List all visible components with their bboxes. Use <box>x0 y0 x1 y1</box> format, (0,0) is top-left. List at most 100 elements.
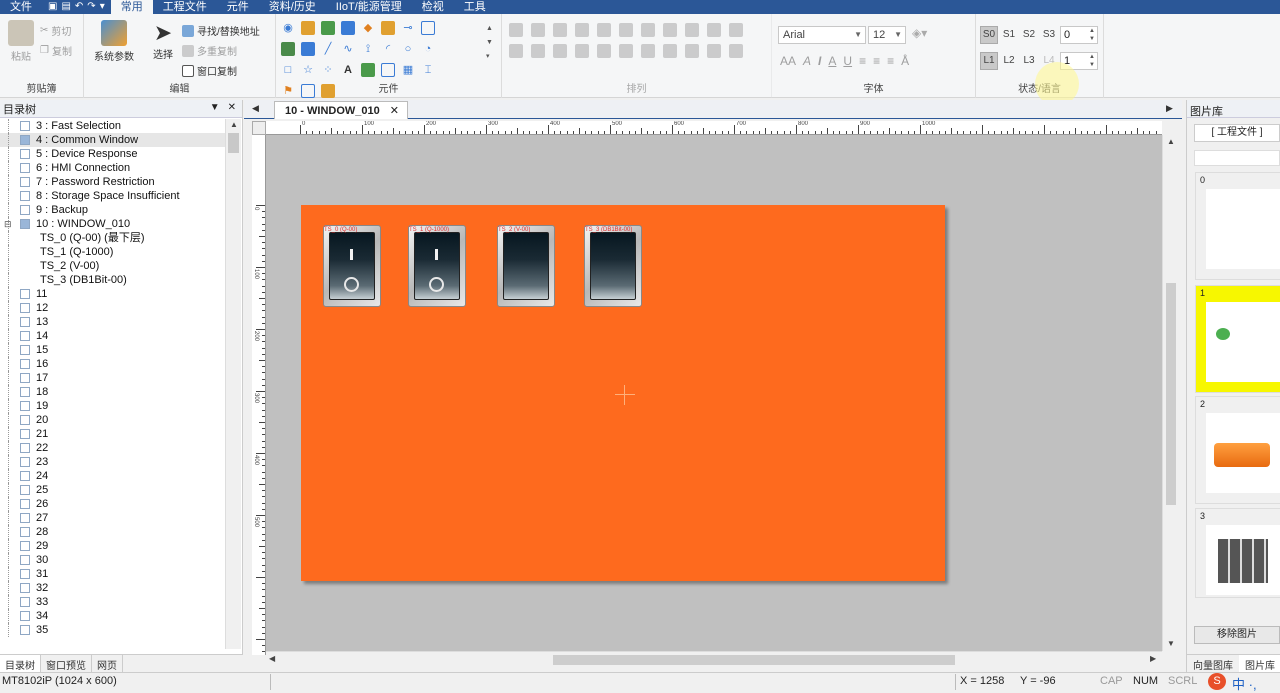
language-l1-button[interactable]: L1 <box>980 52 998 70</box>
input-method-icon[interactable]: S <box>1208 673 1226 690</box>
italic-icon[interactable]: A <box>803 54 811 68</box>
font-color-fill-icon[interactable]: ◈▾ <box>912 26 927 40</box>
rectangle-icon[interactable]: □ <box>281 63 295 77</box>
toggle-switch[interactable]: TS_2 (V-00) <box>497 225 555 307</box>
menu-view[interactable]: 检视 <box>412 0 454 14</box>
redo-icon[interactable]: ↷ <box>87 0 95 14</box>
star-icon[interactable]: ☆ <box>301 63 315 77</box>
tree-item[interactable]: 25 <box>0 483 225 497</box>
align-middle-icon[interactable] <box>597 23 611 37</box>
design-canvas[interactable]: TS_0 (Q-00) TS_1 (Q-1000) TS_2 (V-00) TS… <box>266 135 1162 651</box>
flip-v-icon[interactable] <box>641 44 655 58</box>
polyline-icon[interactable]: ∿ <box>341 42 355 56</box>
font-name-select[interactable]: Arial▼ <box>778 26 866 44</box>
copy-button[interactable]: ❐复制 <box>40 43 72 58</box>
close-tab-icon[interactable]: ✕ <box>390 105 399 117</box>
toggle-switch[interactable]: TS_3 (DB1Bit-00) <box>584 225 642 307</box>
tree-item[interactable]: 5 : Device Response <box>0 147 225 161</box>
multi-copy-button[interactable]: 多重复制 <box>182 43 237 58</box>
picture-thumb-0[interactable]: 0 <box>1195 172 1280 280</box>
slide-switch-icon[interactable]: ⊸ <box>401 21 415 35</box>
tree-item[interactable]: 17 <box>0 371 225 385</box>
arc-icon[interactable]: ◜ <box>381 42 395 56</box>
tree-item[interactable]: 23 <box>0 455 225 469</box>
italic-button-icon[interactable]: I <box>818 54 821 68</box>
align-right-icon[interactable] <box>553 23 567 37</box>
state-stepper[interactable]: 0▲▼ <box>1060 26 1098 44</box>
align-center-icon[interactable] <box>531 23 545 37</box>
tree-scroll-thumb[interactable] <box>228 133 239 153</box>
tree-item[interactable]: 13 <box>0 315 225 329</box>
menu-iiot[interactable]: IIoT/能源管理 <box>326 0 412 14</box>
library-filter[interactable] <box>1194 150 1280 166</box>
same-width-icon[interactable] <box>641 23 655 37</box>
pie-icon[interactable]: ◔ <box>421 42 435 56</box>
ime-language-icon[interactable]: 中 ·, <box>1232 674 1257 693</box>
tree-item[interactable]: 32 <box>0 581 225 595</box>
state-s3-button[interactable]: S3 <box>1040 26 1058 44</box>
align-top-icon[interactable] <box>575 23 589 37</box>
document-tab-window-010[interactable]: 10 - WINDOW_010✕ <box>274 101 408 119</box>
numeric-icon[interactable] <box>421 21 435 35</box>
table-icon[interactable]: ▦ <box>401 63 415 77</box>
align-bottom-icon[interactable] <box>619 23 633 37</box>
language-l3-button[interactable]: L3 <box>1020 52 1038 70</box>
tree-item[interactable]: 16 <box>0 357 225 371</box>
language-l2-button[interactable]: L2 <box>1000 52 1018 70</box>
word-lamp-icon[interactable] <box>321 21 335 35</box>
tree-item[interactable]: TS_0 (Q-00) (最下层) <box>0 231 225 245</box>
scatter-icon[interactable]: ⁘ <box>321 63 335 77</box>
abc-icon[interactable] <box>301 42 315 56</box>
tree-item[interactable]: 9 : Backup <box>0 203 225 217</box>
line-icon[interactable]: ╱ <box>321 42 335 56</box>
h-space-icon[interactable] <box>509 44 523 58</box>
set-word-icon[interactable] <box>341 21 355 35</box>
canvas-vscroll-thumb[interactable] <box>1166 283 1176 505</box>
bring-front-icon[interactable] <box>707 23 721 37</box>
tree-scrollbar[interactable]: ▲ <box>225 119 241 649</box>
tree-item[interactable]: 24 <box>0 469 225 483</box>
tree-item[interactable]: 7 : Password Restriction <box>0 175 225 189</box>
tree-item[interactable]: 6 : HMI Connection <box>0 161 225 175</box>
select-button[interactable]: ➤ 选择 <box>148 20 178 61</box>
tree-item[interactable]: 31 <box>0 567 225 581</box>
tree-item[interactable]: 8 : Storage Space Insufficient <box>0 189 225 203</box>
tree-item[interactable]: 18 <box>0 385 225 399</box>
tree-item[interactable]: 20 <box>0 413 225 427</box>
text-effect-icon[interactable]: Å <box>901 54 909 68</box>
underline-icon[interactable]: U <box>843 54 852 68</box>
tree-item[interactable]: 29 <box>0 539 225 553</box>
trend-icon[interactable]: ⟟ <box>361 42 375 56</box>
ascii-icon[interactable] <box>281 42 295 56</box>
tree-item[interactable]: 12 <box>0 301 225 315</box>
menu-tools[interactable]: 工具 <box>454 0 496 14</box>
tree-item[interactable]: 33 <box>0 595 225 609</box>
set-bit-icon[interactable] <box>301 21 315 35</box>
tree-item[interactable]: TS_3 (DB1Bit-00) <box>0 273 225 287</box>
scroll-left-icon[interactable]: ◀ <box>269 654 275 663</box>
menu-data-history[interactable]: 资料/历史 <box>259 0 326 14</box>
tab-scroll-right-icon[interactable]: ▶ <box>1166 103 1173 114</box>
picture-thumb-2[interactable]: 2 <box>1195 396 1280 504</box>
font-size-select[interactable]: 12▼ <box>868 26 906 44</box>
same-height-icon[interactable] <box>663 23 677 37</box>
tree-item[interactable]: 15 <box>0 343 225 357</box>
layer-icon[interactable] <box>685 44 699 58</box>
tree-item[interactable]: 30 <box>0 553 225 567</box>
menu-file[interactable]: 文件 <box>0 0 42 14</box>
tree-item[interactable]: 4 : Common Window <box>0 133 225 147</box>
tab-vector-library[interactable]: 向量图库 <box>1187 655 1239 672</box>
tab-picture-library[interactable]: 图片库 <box>1239 655 1280 672</box>
find-replace-button[interactable]: 寻找/替换地址 <box>182 23 260 38</box>
save-icon[interactable]: ▣ <box>48 0 57 14</box>
font-color-icon[interactable]: A <box>828 54 836 68</box>
grid-icon[interactable] <box>729 44 743 58</box>
toggle-switch[interactable]: TS_1 (Q-1000) <box>408 225 466 307</box>
align-text-left-icon[interactable]: ≡ <box>859 54 866 68</box>
paste-button[interactable]: 粘贴 <box>6 20 36 63</box>
tree-item[interactable]: ⊟10 : WINDOW_010 <box>0 217 225 231</box>
canvas-horizontal-scrollbar[interactable]: ◀ ▶ <box>266 651 1162 667</box>
menu-home[interactable]: 常用 <box>111 0 153 14</box>
hmi-window[interactable]: TS_0 (Q-00) TS_1 (Q-1000) TS_2 (V-00) TS… <box>301 205 945 581</box>
frame-icon[interactable] <box>381 63 395 77</box>
